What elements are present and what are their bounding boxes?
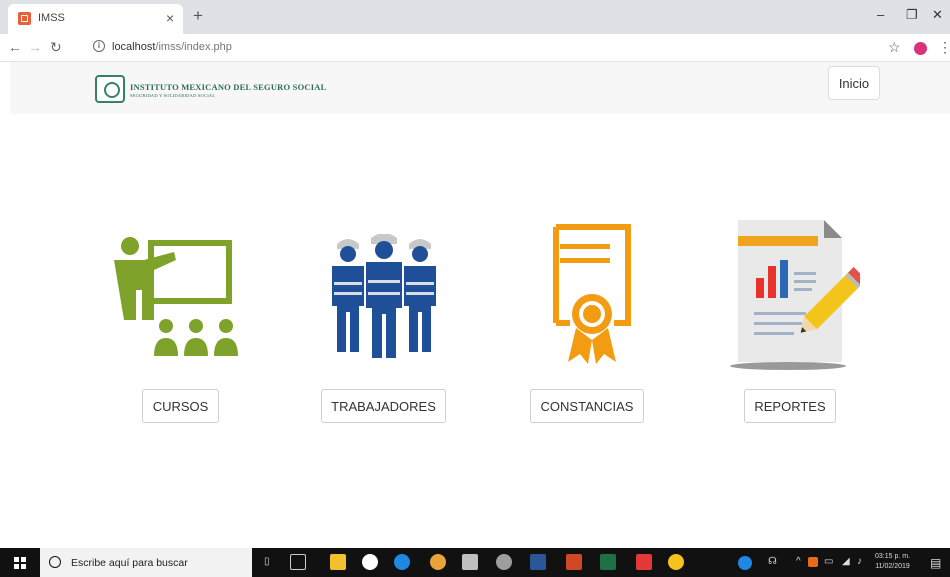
close-window-button[interactable]: ✕ (932, 7, 943, 23)
trabajadores-button[interactable]: TRABAJADORES (321, 389, 446, 423)
certificate-icon[interactable] (538, 224, 634, 366)
browser-menu-icon[interactable]: ⋮ (938, 39, 950, 56)
tab-close-button[interactable]: × (166, 10, 174, 26)
imss-logo-icon[interactable] (95, 75, 125, 103)
acrobat-icon[interactable] (636, 554, 652, 570)
windows-taskbar: Escribe aquí para buscar ▯ ☊ ^ ▭ ◢ ♪ 03:… (0, 548, 950, 577)
org-tagline: SEGURIDAD Y SOLIDARIDAD SOCIAL (130, 93, 216, 98)
dropbox-icon[interactable] (362, 554, 378, 570)
address-bar: ← → ↻ i localhost/imss/index.php ☆ ⋮ (0, 34, 950, 62)
battery-icon[interactable]: ▭ (824, 556, 833, 567)
favicon-icon (18, 12, 31, 25)
browser-tab[interactable]: IMSS × (8, 4, 183, 34)
url-field[interactable]: localhost/imss/index.php (112, 41, 232, 53)
back-icon[interactable]: ← (8, 39, 22, 55)
task-view-icon[interactable] (290, 554, 306, 570)
report-chart-icon[interactable] (720, 214, 860, 372)
site-info-icon[interactable]: i (93, 40, 105, 52)
chrome-icon[interactable] (430, 554, 446, 570)
constancias-button[interactable]: CONSTANCIAS (530, 389, 644, 423)
url-host: localhost (112, 41, 156, 53)
cortana-icon (49, 556, 61, 568)
minimize-button[interactable]: – (877, 7, 884, 22)
taskbar-search-placeholder: Escribe aquí para buscar (71, 557, 188, 569)
notifications-icon[interactable]: ▤ (930, 556, 941, 570)
new-tab-button[interactable]: + (193, 6, 203, 26)
edge-icon[interactable] (394, 554, 410, 570)
people-icon[interactable]: ☊ (768, 556, 777, 567)
inicio-button[interactable]: Inicio (828, 66, 880, 100)
org-name: INSTITUTO MEXICANO DEL SEGURO SOCIAL (130, 82, 327, 92)
volume-icon[interactable]: ♪ (857, 556, 862, 567)
workers-icon[interactable] (322, 234, 446, 360)
file-explorer-icon[interactable] (330, 554, 346, 570)
teacher-classroom-icon[interactable] (108, 234, 248, 358)
powerpoint-icon[interactable] (566, 554, 582, 570)
word-icon[interactable] (530, 554, 546, 570)
site-header: INSTITUTO MEXICANO DEL SEGURO SOCIAL SEG… (10, 62, 950, 114)
photos-icon[interactable] (496, 554, 512, 570)
windows-start-icon[interactable] (14, 557, 26, 569)
bookmark-star-icon[interactable]: ☆ (888, 39, 901, 56)
browser-tab-bar: IMSS × + – ❐ ✕ (0, 0, 950, 34)
tray-chevron-icon[interactable]: ^ (796, 556, 801, 567)
microphone-icon[interactable]: ▯ (264, 556, 270, 567)
url-path: /imss/index.php (155, 41, 232, 53)
network-icon[interactable]: ◢ (842, 556, 850, 567)
paint-icon[interactable] (668, 554, 684, 570)
clock-time: 03:15 p. m. (875, 553, 911, 560)
tray-app-icon[interactable] (808, 557, 818, 567)
help-icon[interactable] (738, 556, 752, 570)
tab-title: IMSS (38, 12, 65, 24)
cursos-button[interactable]: CURSOS (142, 389, 219, 423)
store-icon[interactable] (462, 554, 478, 570)
excel-icon[interactable] (600, 554, 616, 570)
reportes-button[interactable]: REPORTES (744, 389, 836, 423)
clock-date: 11/02/2019 (875, 563, 910, 570)
profile-avatar[interactable] (914, 42, 927, 55)
restore-button[interactable]: ❐ (906, 7, 918, 23)
reload-icon[interactable]: ↻ (50, 39, 62, 56)
taskbar-clock[interactable]: 03:15 p. m. 11/02/2019 (875, 552, 910, 572)
forward-icon[interactable]: → (28, 39, 42, 55)
taskbar-search-box[interactable]: Escribe aquí para buscar (40, 548, 252, 577)
